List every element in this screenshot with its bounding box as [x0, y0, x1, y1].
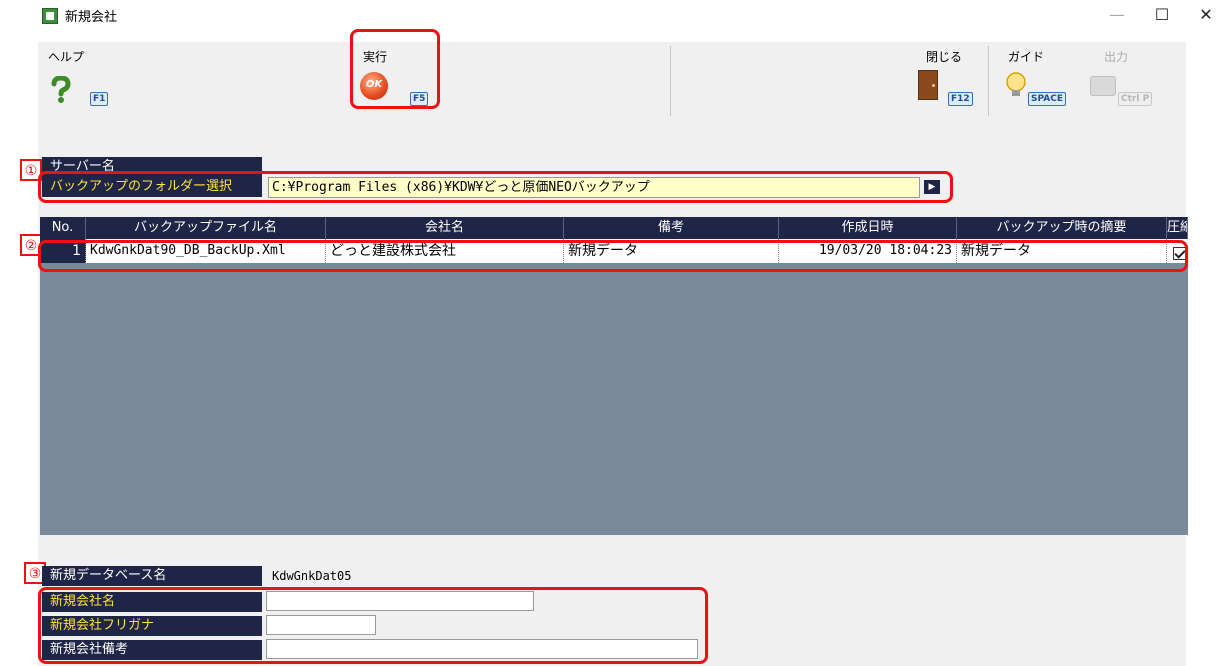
close-window-button[interactable]: ✕ — [1194, 4, 1218, 26]
question-icon — [50, 75, 72, 108]
toolbar-separator — [988, 46, 989, 116]
close-button[interactable]: 閉じる F12 — [918, 48, 984, 114]
col-header-no[interactable]: No. — [40, 217, 86, 239]
new-company-highlight — [38, 587, 708, 664]
guide-label: ガイド — [1008, 50, 1045, 64]
col-header-summary[interactable]: バックアップ時の摘要 — [957, 217, 1167, 239]
printer-icon — [1090, 76, 1116, 96]
toolbar: ヘルプ F1 実行 OK F5 閉じる F12 ガイド SPACE 出力 Ctr… — [38, 42, 1186, 120]
maximize-button[interactable]: ☐ — [1150, 4, 1174, 26]
execute-highlight — [350, 29, 440, 109]
minimize-button[interactable]: — — [1105, 4, 1129, 26]
f12-key-badge: F12 — [948, 92, 973, 106]
ctrl-p-key-badge: Ctrl P — [1118, 92, 1153, 106]
app-window: 新規会社 — ☐ ✕ ヘルプ F1 実行 OK F5 閉じる F12 ガイド S… — [0, 0, 1228, 666]
folder-highlight — [38, 171, 953, 203]
close-label: 閉じる — [926, 50, 963, 64]
lightbulb-icon — [1006, 72, 1026, 104]
app-icon — [42, 8, 58, 24]
output-button[interactable]: 出力 Ctrl P — [1090, 48, 1156, 114]
f1-key-badge: F1 — [90, 92, 109, 106]
col-header-created[interactable]: 作成日時 — [779, 217, 957, 239]
new-db-name-label: 新規データベース名 — [42, 566, 262, 586]
space-key-badge: SPACE — [1028, 92, 1066, 106]
window-title: 新規会社 — [65, 10, 118, 25]
door-icon — [918, 70, 938, 100]
col-header-note[interactable]: 備考 — [564, 217, 779, 239]
grid-highlight — [38, 240, 1188, 272]
new-db-name-value: KdwGnkDat05 — [272, 569, 352, 583]
col-header-company[interactable]: 会社名 — [326, 217, 564, 239]
output-label: 出力 — [1104, 50, 1129, 64]
col-header-compressed[interactable]: 圧縮 — [1167, 217, 1188, 239]
help-button[interactable]: ヘルプ F1 — [48, 48, 128, 114]
guide-button[interactable]: ガイド SPACE — [1004, 48, 1084, 114]
col-header-file[interactable]: バックアップファイル名 — [86, 217, 326, 239]
toolbar-separator — [670, 46, 671, 116]
help-label: ヘルプ — [48, 50, 85, 64]
